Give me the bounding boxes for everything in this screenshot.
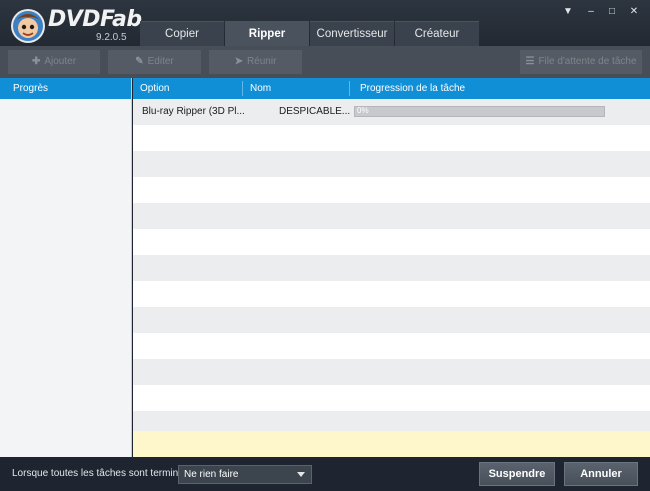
empty-row <box>133 255 650 281</box>
column-header-progress[interactable]: Progression de la tâche <box>360 78 465 99</box>
task-table: Option Nom Progression de la tâche Blu-r… <box>133 78 650 457</box>
title-bar: DVDFab 9.2.0.5 Copier Ripper Convertisse… <box>0 0 650 46</box>
table-header: Option Nom Progression de la tâche <box>133 78 650 99</box>
drop-area <box>133 431 650 457</box>
empty-row <box>133 151 650 177</box>
table-body: Blu-ray Ripper (3D Pl... DESPICABLE... 0… <box>133 99 650 437</box>
tab-ripper[interactable]: Ripper <box>225 21 309 46</box>
progress-percent: 0% <box>357 106 369 115</box>
dvdfab-logo-icon <box>11 9 45 43</box>
empty-row <box>133 203 650 229</box>
row-name: DESPICABLE... <box>279 106 351 117</box>
minimize-icon[interactable]: – <box>583 6 599 17</box>
empty-row <box>133 359 650 385</box>
empty-row <box>133 385 650 411</box>
task-queue-button[interactable]: ☰ File d'attente de tâche <box>520 50 642 74</box>
sidebar: Progrès <box>0 78 132 457</box>
empty-row <box>133 125 650 151</box>
maximize-icon[interactable]: □ <box>604 6 620 17</box>
completion-action-label: Lorsque toutes les tâches sont terminées… <box>12 468 198 479</box>
app-version: 9.2.0.5 <box>96 32 127 43</box>
sidebar-header[interactable]: Progrès <box>0 78 131 99</box>
edit-icon: ✎ <box>135 56 144 67</box>
main-tabs: Copier Ripper Convertisseur Créateur <box>140 21 480 46</box>
column-divider[interactable] <box>349 81 350 96</box>
tab-copier[interactable]: Copier <box>140 21 224 46</box>
merge-button[interactable]: ➤ Réunir <box>209 50 302 74</box>
column-divider[interactable] <box>242 81 243 96</box>
edit-button[interactable]: ✎ Editer <box>108 50 201 74</box>
column-header-name[interactable]: Nom <box>250 78 271 99</box>
empty-row <box>133 229 650 255</box>
close-icon[interactable]: ✕ <box>626 6 642 17</box>
add-button[interactable]: ✚ Ajouter <box>8 50 100 74</box>
tab-convertisseur[interactable]: Convertisseur <box>310 21 394 46</box>
empty-row <box>133 281 650 307</box>
toolbar: ✚ Ajouter ✎ Editer ➤ Réunir ☰ File d'attente… <box>0 46 650 78</box>
completion-action-select[interactable]: Ne rien faire <box>178 465 312 484</box>
merge-arrow-icon: ➤ <box>234 56 243 67</box>
task-progress-bar: 0% <box>354 106 605 117</box>
status-bar: Lorsque toutes les tâches sont terminées… <box>0 457 650 491</box>
empty-row <box>133 333 650 359</box>
menu-dropdown-icon[interactable]: ▼ <box>560 6 576 17</box>
table-row[interactable]: Blu-ray Ripper (3D Pl... DESPICABLE... 0… <box>133 99 650 125</box>
app-brand: DVDFab <box>48 7 142 32</box>
list-icon: ☰ <box>525 56 535 67</box>
chevron-down-icon <box>297 472 305 477</box>
plus-icon: ✚ <box>31 56 41 67</box>
row-option: Blu-ray Ripper (3D Pl... <box>142 106 245 117</box>
cancel-button[interactable]: Annuler <box>564 462 638 486</box>
empty-row <box>133 307 650 333</box>
tab-createur[interactable]: Créateur <box>395 21 479 46</box>
column-header-option[interactable]: Option <box>140 78 169 99</box>
empty-row <box>133 177 650 203</box>
suspend-button[interactable]: Suspendre <box>479 462 555 486</box>
